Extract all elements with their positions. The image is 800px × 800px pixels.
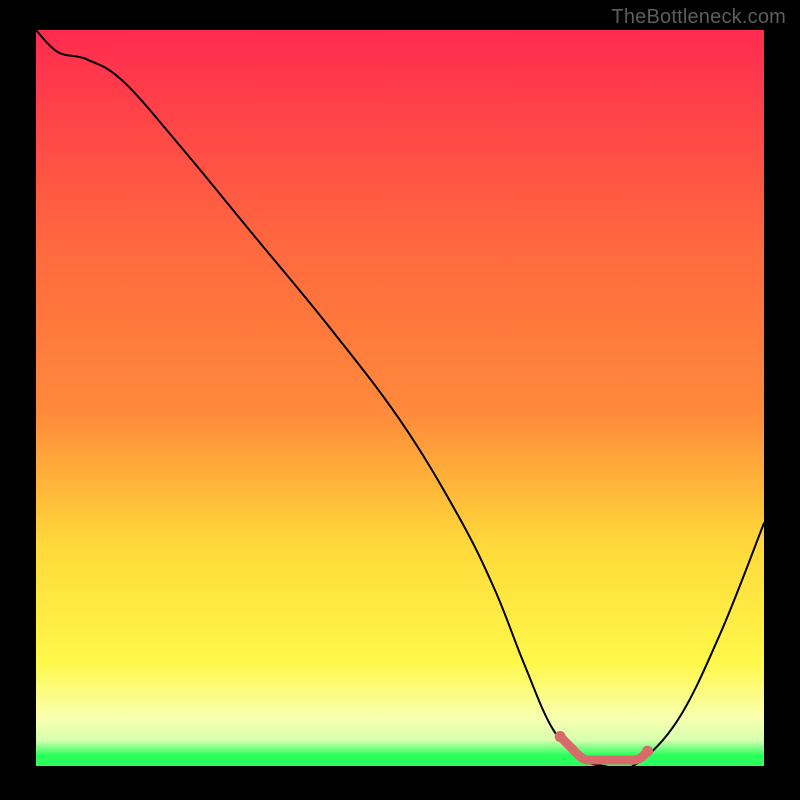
highlight-start-dot bbox=[555, 731, 566, 742]
chart-frame: TheBottleneck.com bbox=[0, 0, 800, 800]
gradient-background bbox=[36, 30, 764, 766]
highlight-end-dot bbox=[642, 746, 653, 757]
watermark-text: TheBottleneck.com bbox=[611, 6, 786, 29]
chart-svg bbox=[36, 30, 764, 766]
plot-area bbox=[36, 30, 764, 766]
